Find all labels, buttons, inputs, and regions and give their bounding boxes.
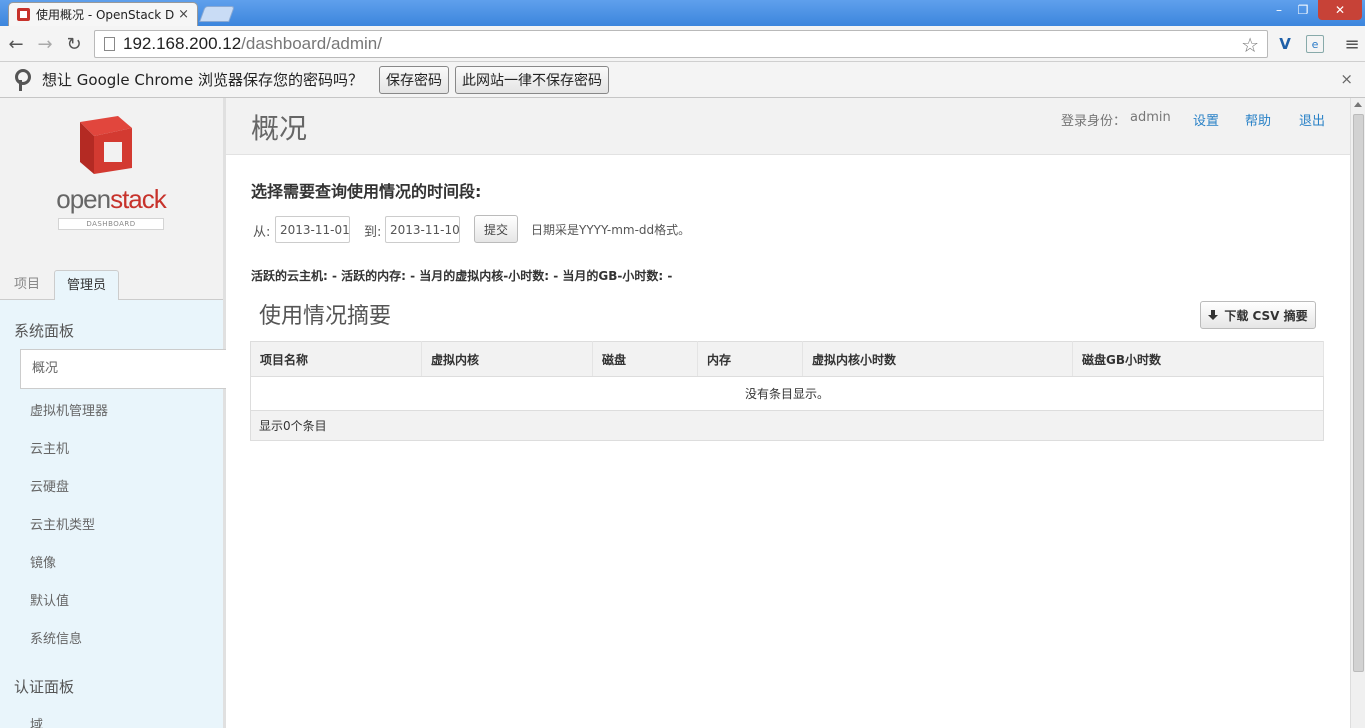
column-header-vcpus[interactable]: 虚拟内核 bbox=[421, 341, 593, 377]
download-csv-button[interactable]: 下载 CSV 摘要 bbox=[1200, 301, 1316, 329]
system-panel-heading[interactable]: 系统面板 bbox=[14, 320, 74, 341]
browser-toolbar: ← → ↻ 192.168.200.12/dashboard/admin/ ☆ … bbox=[0, 26, 1365, 62]
chrome-menu-icon[interactable]: ≡ bbox=[1340, 32, 1364, 56]
column-header-ram[interactable]: 内存 bbox=[697, 341, 803, 377]
window-close-icon[interactable]: ✕ bbox=[1318, 0, 1362, 20]
column-header-project-name[interactable]: 项目名称 bbox=[250, 341, 422, 377]
tab-project[interactable]: 项目 bbox=[2, 270, 52, 301]
logo-word-open: open bbox=[56, 184, 111, 214]
back-arrow-icon[interactable]: ← bbox=[4, 32, 28, 56]
end-date-input[interactable] bbox=[385, 216, 460, 243]
login-label: 登录身份： bbox=[1061, 114, 1127, 129]
scroll-up-arrow-icon[interactable] bbox=[1354, 102, 1362, 107]
submit-button[interactable]: 提交 bbox=[474, 215, 518, 243]
password-infobar: 想让 Google Chrome 浏览器保存您的密码吗？ 保存密码 此网站一律不… bbox=[0, 62, 1365, 98]
sidebar-item-hypervisors[interactable]: 虚拟机管理器 bbox=[30, 400, 108, 419]
logout-link[interactable]: 退出 bbox=[1299, 110, 1325, 129]
start-date-input[interactable] bbox=[275, 216, 350, 243]
openstack-logo[interactable]: openstack DASHBOARD bbox=[56, 112, 167, 234]
extension-ie-icon[interactable]: e bbox=[1306, 35, 1324, 53]
tab-admin[interactable]: 管理员 bbox=[54, 270, 120, 301]
usage-stats: 活跃的云主机: - 活跃的内存: - 当月的虚拟内核-小时数: - 当月的GB-… bbox=[251, 269, 673, 283]
sidebar-item-domains[interactable]: 域 bbox=[30, 714, 43, 728]
logo-dashboard-label: DASHBOARD bbox=[58, 218, 164, 230]
date-range-heading: 选择需要查询使用情况的时间段: bbox=[251, 182, 482, 201]
page-icon bbox=[104, 37, 115, 51]
save-password-button[interactable]: 保存密码 bbox=[379, 65, 450, 94]
date-format-hint: 日期采是YYYY-mm-dd格式。 bbox=[531, 223, 691, 237]
auth-panel-heading[interactable]: 认证面板 bbox=[14, 676, 74, 697]
minimize-icon[interactable]: – bbox=[1268, 0, 1290, 20]
page-title: 概况 bbox=[251, 112, 308, 145]
sidebar-item-volumes[interactable]: 云硬盘 bbox=[30, 476, 69, 495]
table-footer-count: 显示0个条目 bbox=[250, 410, 1324, 441]
forward-arrow-icon[interactable]: → bbox=[33, 32, 57, 56]
table-header-row: 项目名称 虚拟内核 磁盘 内存 虚拟内核小时数 磁盘GB小时数 bbox=[250, 341, 1324, 377]
infobar-message: 想让 Google Chrome 浏览器保存您的密码吗？ bbox=[42, 71, 364, 89]
sidebar-item-system-info[interactable]: 系统信息 bbox=[30, 628, 82, 647]
bookmark-star-icon[interactable]: ☆ bbox=[1241, 33, 1259, 57]
usage-summary-title: 使用情况摘要 bbox=[259, 304, 392, 329]
sidebar-item-images[interactable]: 镜像 bbox=[30, 552, 56, 571]
tab-close-icon[interactable]: × bbox=[178, 7, 189, 22]
table-row: 没有条目显示。 bbox=[250, 376, 1324, 411]
help-link[interactable]: 帮助 bbox=[1245, 110, 1271, 129]
page-scrollbar[interactable] bbox=[1350, 98, 1365, 728]
download-icon bbox=[1208, 309, 1219, 321]
table-footer-row: 显示0个条目 bbox=[250, 410, 1324, 441]
url-host: 192.168.200.12 bbox=[123, 34, 242, 53]
openstack-favicon-icon bbox=[17, 8, 30, 21]
page-header: 概况 登录身份： admin 设置 帮助 退出 bbox=[226, 98, 1350, 155]
to-label: 到: bbox=[364, 225, 382, 240]
sidebar-item-instances[interactable]: 云主机 bbox=[30, 438, 69, 457]
sidebar: openstack DASHBOARD 项目 管理员 系统面板 概况 虚拟机管理… bbox=[0, 98, 230, 728]
reload-icon[interactable]: ↻ bbox=[62, 32, 86, 56]
column-header-disk-gb-hours[interactable]: 磁盘GB小时数 bbox=[1072, 341, 1324, 377]
sidebar-item-flavors[interactable]: 云主机类型 bbox=[30, 514, 95, 533]
main-content: 概况 登录身份： admin 设置 帮助 退出 选择需要查询使用情况的时间段: … bbox=[226, 98, 1350, 728]
never-save-password-button[interactable]: 此网站一律不保存密码 bbox=[455, 65, 610, 94]
from-label: 从: bbox=[253, 225, 271, 240]
download-csv-label: 下载 CSV 摘要 bbox=[1224, 308, 1308, 323]
tab-title: 使用概况 - OpenStack D bbox=[36, 8, 175, 22]
sidebar-tabs: 项目 管理员 bbox=[0, 266, 223, 301]
new-tab-button[interactable] bbox=[199, 6, 235, 22]
username: admin bbox=[1130, 110, 1171, 125]
url-text: 192.168.200.12/dashboard/admin/ bbox=[123, 34, 382, 54]
column-header-vcpu-hours[interactable]: 虚拟内核小时数 bbox=[802, 341, 1073, 377]
scroll-thumb[interactable] bbox=[1353, 114, 1364, 672]
address-bar[interactable]: 192.168.200.12/dashboard/admin/ ☆ bbox=[94, 30, 1268, 58]
column-header-disk[interactable]: 磁盘 bbox=[592, 341, 698, 377]
logo-wordmark: openstack bbox=[56, 184, 167, 215]
sidebar-panel: 系统面板 概况 虚拟机管理器 云主机 云硬盘 云主机类型 镜像 默认值 系统信息… bbox=[0, 300, 230, 728]
logo-word-stack: stack bbox=[110, 184, 167, 214]
window-titlebar: 使用概况 - OpenStack D × – ❐ ✕ bbox=[0, 0, 1365, 26]
sidebar-item-defaults[interactable]: 默认值 bbox=[30, 590, 69, 609]
usage-table: 项目名称 虚拟内核 磁盘 内存 虚拟内核小时数 磁盘GB小时数 没有条目显示。 … bbox=[250, 341, 1324, 441]
browser-tab[interactable]: 使用概况 - OpenStack D × bbox=[8, 2, 198, 26]
infobar-close-icon[interactable]: × bbox=[1340, 70, 1353, 88]
empty-table-message: 没有条目显示。 bbox=[250, 376, 1324, 411]
openstack-cube-icon bbox=[80, 116, 132, 174]
maximize-icon[interactable]: ❐ bbox=[1292, 0, 1314, 20]
settings-link[interactable]: 设置 bbox=[1193, 110, 1219, 129]
extension-v-icon[interactable]: V bbox=[1274, 33, 1296, 55]
url-path: /dashboard/admin/ bbox=[241, 34, 382, 53]
key-icon bbox=[12, 68, 31, 91]
sidebar-item-overview[interactable]: 概况 bbox=[20, 349, 230, 389]
